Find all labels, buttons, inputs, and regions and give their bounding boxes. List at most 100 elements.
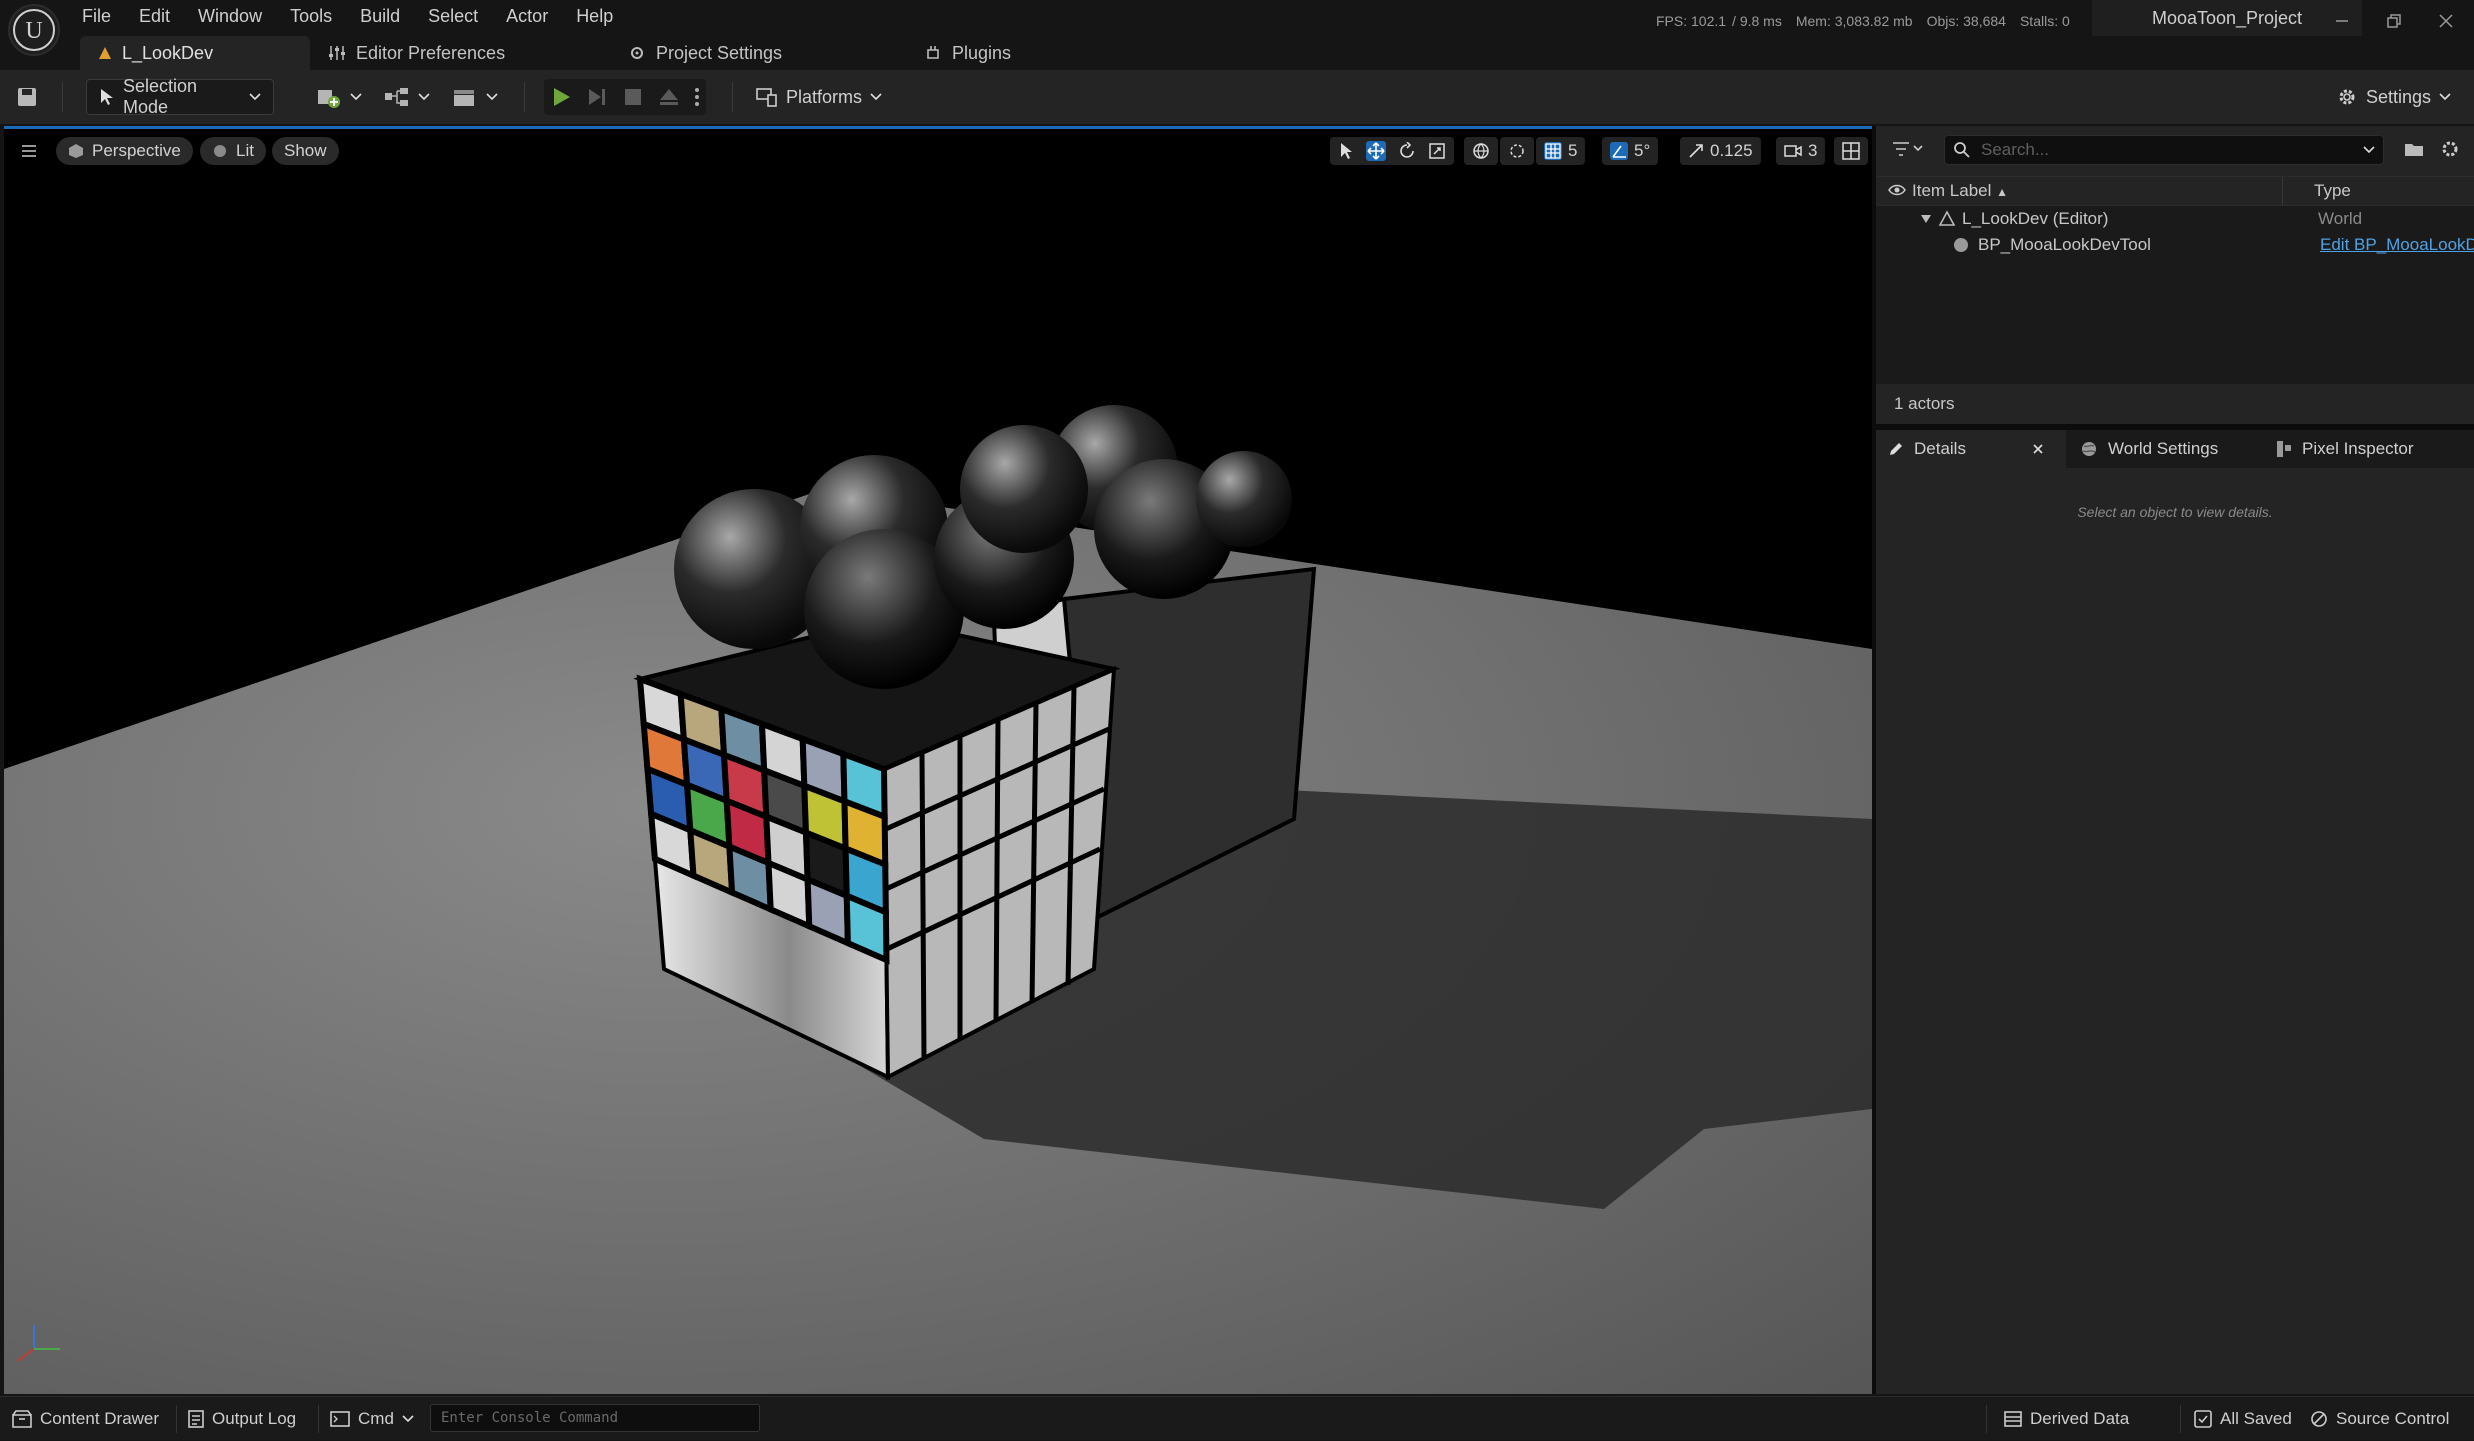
add-cube-icon [316, 86, 342, 108]
close-tab-icon[interactable] [2032, 443, 2044, 455]
perspective-button[interactable]: Perspective [56, 137, 193, 165]
outliner-item-label: BP_MooaLookDevTool [1978, 235, 2151, 254]
outliner-search-input[interactable]: Search... [1944, 135, 2384, 165]
restore-icon[interactable] [2368, 0, 2420, 42]
viewport-menu-icon[interactable] [12, 137, 46, 165]
save-icon[interactable] [16, 79, 38, 115]
stop-icon[interactable] [622, 86, 644, 108]
console-command-input[interactable]: Enter Console Command [430, 1404, 760, 1432]
camera-icon [1784, 144, 1802, 158]
menu-window[interactable]: Window [184, 0, 276, 32]
grid-snap-value: 5 [1568, 141, 1578, 160]
tab-label: Project Settings [656, 42, 783, 63]
viewport-scene [4, 405, 1872, 1394]
menu-edit[interactable]: Edit [125, 0, 184, 32]
play-icon[interactable] [550, 86, 572, 108]
fps-stat: FPS: 102.1 [1656, 13, 1727, 29]
scale-icon[interactable] [1428, 142, 1446, 160]
tab-details[interactable]: Details [1876, 430, 2066, 468]
cmd-dropdown[interactable]: Cmd [330, 1397, 414, 1441]
tab-label: Editor Preferences [356, 42, 506, 63]
outliner-footer: 1 actors [1876, 384, 2474, 424]
eject-icon[interactable] [658, 86, 680, 108]
menu-actor[interactable]: Actor [492, 0, 562, 32]
details-tab-bar: Details World Settings Pixel Inspector [1876, 430, 2474, 468]
level-viewport[interactable]: Perspective Lit Show 5 5° 0.125 3 [4, 126, 1872, 1394]
expand-triangle-icon[interactable] [1920, 214, 1932, 224]
column-type[interactable]: Type [2314, 181, 2351, 201]
tab-world-settings[interactable]: World Settings [2080, 430, 2218, 468]
output-log-button[interactable]: Output Log [188, 1397, 296, 1441]
select-cursor-icon[interactable] [1338, 142, 1354, 160]
database-icon [2004, 1410, 2022, 1428]
add-folder-icon[interactable] [2404, 140, 2424, 158]
close-window-icon[interactable] [2420, 0, 2472, 42]
menu-file[interactable]: File [68, 0, 125, 32]
visibility-eye-icon[interactable] [1888, 183, 1906, 197]
angle-icon [1610, 142, 1628, 160]
viewport-layout-icon[interactable] [1834, 137, 1868, 165]
tab-label: Pixel Inspector [2302, 439, 2414, 458]
more-options-icon[interactable] [694, 86, 700, 108]
world-local-icon[interactable] [1464, 137, 1498, 165]
scale-arrow-icon [1688, 143, 1704, 159]
menu-help[interactable]: Help [562, 0, 627, 32]
frame-ms-stat: / 9.8 ms [1732, 13, 1782, 29]
grid-snap-toggle[interactable]: 5 [1536, 137, 1586, 165]
lit-label: Lit [236, 141, 254, 160]
blueprint-icon [384, 87, 410, 107]
add-actor-button[interactable] [316, 79, 362, 115]
rotate-icon[interactable] [1398, 142, 1416, 160]
cinematics-button[interactable] [452, 79, 498, 115]
svg-text:U: U [25, 18, 42, 44]
performance-stats: FPS: 102.1 / 9.8 ms Mem: 3,083.82 mb Obj… [1656, 0, 2070, 42]
tab-plugins[interactable]: Plugins [906, 36, 1029, 70]
sliders-icon [328, 45, 346, 61]
clapperboard-icon [452, 87, 478, 107]
tab-project-settings[interactable]: Project Settings [610, 36, 906, 70]
menu-tools[interactable]: Tools [276, 0, 346, 32]
source-control-button[interactable]: Source Control [2310, 1397, 2449, 1441]
chevron-down-icon [249, 93, 261, 101]
minimize-icon[interactable] [2316, 0, 2368, 42]
panel-splitter[interactable] [1872, 126, 1876, 1394]
all-saved-button[interactable]: All Saved [2194, 1397, 2292, 1441]
step-icon[interactable] [586, 86, 608, 108]
scale-snap-value: 0.125 [1710, 141, 1753, 160]
lit-button[interactable]: Lit [200, 137, 266, 165]
tab-l-lookdev[interactable]: L_LookDev [80, 36, 310, 70]
outliner-settings-icon[interactable] [2440, 139, 2460, 159]
derived-data-button[interactable]: Derived Data [2004, 1397, 2129, 1441]
chevron-down-icon[interactable] [2363, 146, 2375, 154]
chevron-down-icon [350, 93, 362, 101]
content-drawer-button[interactable]: Content Drawer [12, 1397, 159, 1441]
tab-pixel-inspector[interactable]: Pixel Inspector [2276, 430, 2414, 468]
platforms-dropdown[interactable]: Platforms [756, 79, 882, 115]
tab-editor-preferences[interactable]: Editor Preferences [310, 36, 610, 70]
menu-build[interactable]: Build [346, 0, 414, 32]
drawer-icon [12, 1410, 32, 1428]
objects-stat: Objs: 38,684 [1926, 13, 2006, 29]
blueprint-button[interactable] [384, 79, 430, 115]
unreal-logo-icon[interactable]: U [8, 4, 60, 56]
translate-icon[interactable] [1366, 141, 1386, 161]
panel-splitter[interactable] [1876, 424, 2474, 430]
edit-blueprint-link[interactable]: Edit BP_MooaLookDevTool [2320, 235, 2474, 255]
show-button[interactable]: Show [272, 137, 339, 165]
surface-snap-icon[interactable] [1500, 137, 1534, 165]
settings-dropdown[interactable]: Settings [2336, 79, 2451, 115]
tab-label: L_LookDev [122, 42, 214, 63]
outliner-row-actor[interactable]: BP_MooaLookDevTool Edit BP_MooaLookDevTo… [1876, 232, 2474, 258]
scale-snap-toggle[interactable]: 0.125 [1680, 137, 1761, 165]
rotation-snap-toggle[interactable]: 5° [1602, 137, 1659, 165]
outliner-row-world[interactable]: L_LookDev (Editor) World [1876, 206, 2474, 232]
filter-icon[interactable] [1892, 140, 1926, 158]
memory-stat: Mem: 3,083.82 mb [1795, 13, 1913, 29]
settings-label: Settings [2366, 86, 2432, 107]
selection-mode-dropdown[interactable]: Selection Mode [86, 76, 274, 117]
camera-speed-button[interactable]: 3 [1776, 137, 1826, 165]
main-toolbar: Selection Mode Platforms Settings [0, 70, 2474, 124]
column-item-label[interactable]: Item Label ▲ [1912, 181, 2008, 201]
menu-select[interactable]: Select [414, 0, 492, 32]
level-icon [1938, 210, 1956, 226]
